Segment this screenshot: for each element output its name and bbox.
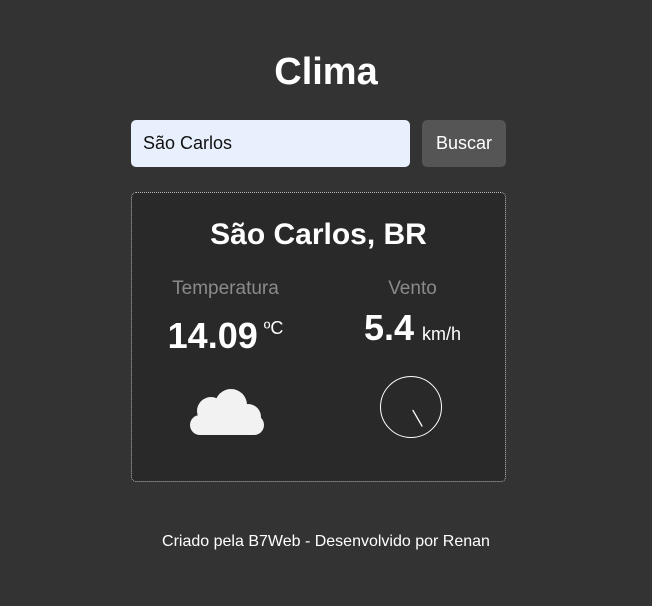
temperature-label: Temperatura (172, 278, 279, 299)
wind-label: Vento (388, 278, 437, 299)
wind-value: 5.4 (363, 307, 415, 348)
temperature-value: 14.09 (167, 315, 258, 356)
wind-unit: km/h (422, 324, 462, 344)
search-form: Buscar (131, 120, 506, 167)
page-title: Clima (274, 51, 378, 93)
temperature-reading: 14.09 ºC (132, 309, 319, 363)
footer-credit: Criado pela B7Web - Desenvolvido por Ren… (162, 533, 490, 550)
gauge-dial (380, 376, 442, 438)
temperature-section: Temperatura 14.09 ºC (132, 277, 319, 363)
wind-section: Vento 5.4 km/h (319, 277, 506, 355)
weather-app: Clima Buscar São Carlos, BR Temperatura … (0, 0, 652, 606)
cloud-icon (190, 389, 264, 435)
weather-result-card: São Carlos, BR Temperatura 14.09 ºC Vento… (131, 192, 506, 482)
search-button[interactable]: Buscar (422, 120, 506, 167)
wind-direction-needle (412, 409, 423, 427)
search-input[interactable] (131, 120, 410, 167)
city-name: São Carlos, BR (210, 218, 427, 251)
wind-reading: 5.4 km/h (319, 309, 506, 355)
wind-direction-gauge (380, 376, 442, 438)
temperature-unit: ºC (263, 318, 284, 338)
